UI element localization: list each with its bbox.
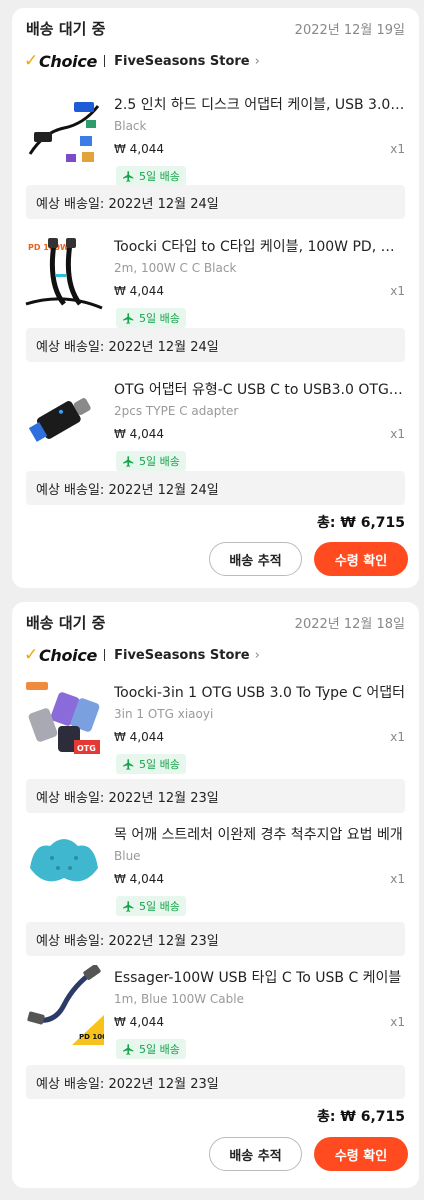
product-image: PD 100W <box>24 965 104 1045</box>
list-item[interactable]: PD 100W Essager-100W USB 타입 C To USB C 케… <box>12 957 419 1067</box>
svg-text:PD 100W: PD 100W <box>79 1033 104 1041</box>
product-image: PD 100W <box>24 234 104 314</box>
track-shipment-button[interactable]: 배송 추적 <box>209 1137 302 1171</box>
product-variant: 2m, 100W C C Black <box>114 261 237 275</box>
product-variant: 2pcs TYPE C adapter <box>114 404 239 418</box>
confirm-receipt-button[interactable]: 수령 확인 <box>314 542 408 576</box>
order-status: 배송 대기 중 <box>26 19 106 38</box>
chevron-right-icon: › <box>254 647 260 663</box>
check-icon: ✓ <box>24 51 38 71</box>
shipping-badge: 5일 배송 <box>116 308 186 328</box>
product-image <box>24 92 104 172</box>
product-price: ₩ 4,044 <box>114 427 165 441</box>
choice-logo: ✓ Choice <box>24 51 98 71</box>
product-title[interactable]: Essager-100W USB 타입 C To USB C 케이블 <box>114 967 405 987</box>
store-name: FiveSeasons Store <box>114 647 250 663</box>
shipping-badge: 5일 배송 <box>116 1039 186 1059</box>
svg-text:OTG: OTG <box>77 744 96 753</box>
product-title[interactable]: Toocki-3in 1 OTG USB 3.0 To Type C 어댑터 <box>114 682 405 702</box>
product-title[interactable]: Toocki C타입 to C타입 케이블, 100W PD, 고속 충전 <box>114 236 405 256</box>
check-icon: ✓ <box>24 645 38 665</box>
estimated-delivery: 예상 배송일: 2022년 12월 23일 <box>26 779 405 813</box>
shipping-badge: 5일 배송 <box>116 451 186 471</box>
airplane-icon <box>123 758 134 770</box>
list-item[interactable]: OTG Toocki-3in 1 OTG USB 3.0 To Type C 어… <box>12 672 419 782</box>
order-date: 2022년 12월 19일 <box>294 22 405 38</box>
product-price: ₩ 4,044 <box>114 284 165 298</box>
product-title[interactable]: 목 어깨 스트레처 이완제 경추 척추지압 요법 베개 <box>114 824 405 844</box>
order-header: 배송 대기 중 2022년 12월 19일 <box>26 16 405 40</box>
airplane-icon <box>123 170 134 182</box>
estimated-delivery: 예상 배송일: 2022년 12월 23일 <box>26 922 405 956</box>
product-title[interactable]: 2.5 인치 하드 디스크 어댑터 케이블, USB 3.0 SATA <box>114 94 405 114</box>
airplane-icon <box>123 312 134 324</box>
shipping-badge: 5일 배송 <box>116 896 186 916</box>
product-variant: Black <box>114 119 147 133</box>
product-variant: 3in 1 OTG xiaoyi <box>114 707 214 721</box>
product-image <box>24 822 104 902</box>
chevron-right-icon: › <box>254 53 260 69</box>
shipping-badge: 5일 배송 <box>116 754 186 774</box>
order-header: 배송 대기 중 2022년 12월 18일 <box>26 610 405 634</box>
shipping-badge: 5일 배송 <box>116 166 186 186</box>
product-price: ₩ 4,044 <box>114 142 165 156</box>
order-total: 총: ₩ 6,715 <box>317 1109 405 1125</box>
store-name: FiveSeasons Store <box>114 53 250 69</box>
product-quantity: x1 <box>390 730 405 744</box>
confirm-receipt-button[interactable]: 수령 확인 <box>314 1137 408 1171</box>
product-title[interactable]: OTG 어댑터 유형-C USB C to USB3.0 OTG 커넥터 <box>114 379 405 399</box>
order-date: 2022년 12월 18일 <box>294 616 405 632</box>
divider <box>104 55 106 67</box>
list-item[interactable]: OTG 어댑터 유형-C USB C to USB3.0 OTG 커넥터 2pc… <box>12 369 419 479</box>
list-item[interactable]: 목 어깨 스트레처 이완제 경추 척추지압 요법 베개 Blue ₩ 4,044… <box>12 814 419 924</box>
choice-logo: ✓ Choice <box>24 645 98 665</box>
order-card: 배송 대기 중 2022년 12월 19일 ✓ Choice FiveSeason… <box>12 8 419 588</box>
estimated-delivery: 예상 배송일: 2022년 12월 24일 <box>26 471 405 505</box>
product-price: ₩ 4,044 <box>114 872 165 886</box>
product-image <box>24 377 104 457</box>
product-quantity: x1 <box>390 1015 405 1029</box>
estimated-delivery: 예상 배송일: 2022년 12월 24일 <box>26 185 405 219</box>
product-variant: Blue <box>114 849 141 863</box>
product-variant: 1m, Blue 100W Cable <box>114 992 244 1006</box>
product-price: ₩ 4,044 <box>114 1015 165 1029</box>
airplane-icon <box>123 455 134 467</box>
product-quantity: x1 <box>390 284 405 298</box>
estimated-delivery: 예상 배송일: 2022년 12월 24일 <box>26 328 405 362</box>
product-quantity: x1 <box>390 872 405 886</box>
estimated-delivery: 예상 배송일: 2022년 12월 23일 <box>26 1065 405 1099</box>
track-shipment-button[interactable]: 배송 추적 <box>209 542 302 576</box>
order-card: 배송 대기 중 2022년 12월 18일 ✓ Choice FiveSeason… <box>12 602 419 1188</box>
order-status: 배송 대기 중 <box>26 613 106 632</box>
product-price: ₩ 4,044 <box>114 730 165 744</box>
order-total: 총: ₩ 6,715 <box>317 515 405 531</box>
divider <box>104 649 106 661</box>
store-link[interactable]: ✓ Choice FiveSeasons Store › <box>24 644 260 666</box>
product-image: OTG <box>24 680 104 760</box>
list-item[interactable]: 2.5 인치 하드 디스크 어댑터 케이블, USB 3.0 SATA Blac… <box>12 84 419 194</box>
product-quantity: x1 <box>390 427 405 441</box>
product-quantity: x1 <box>390 142 405 156</box>
list-item[interactable]: PD 100W Toocki C타입 to C타입 케이블, 100W PD, … <box>12 226 419 336</box>
airplane-icon <box>123 1043 134 1055</box>
store-link[interactable]: ✓ Choice FiveSeasons Store › <box>24 50 260 72</box>
airplane-icon <box>123 900 134 912</box>
